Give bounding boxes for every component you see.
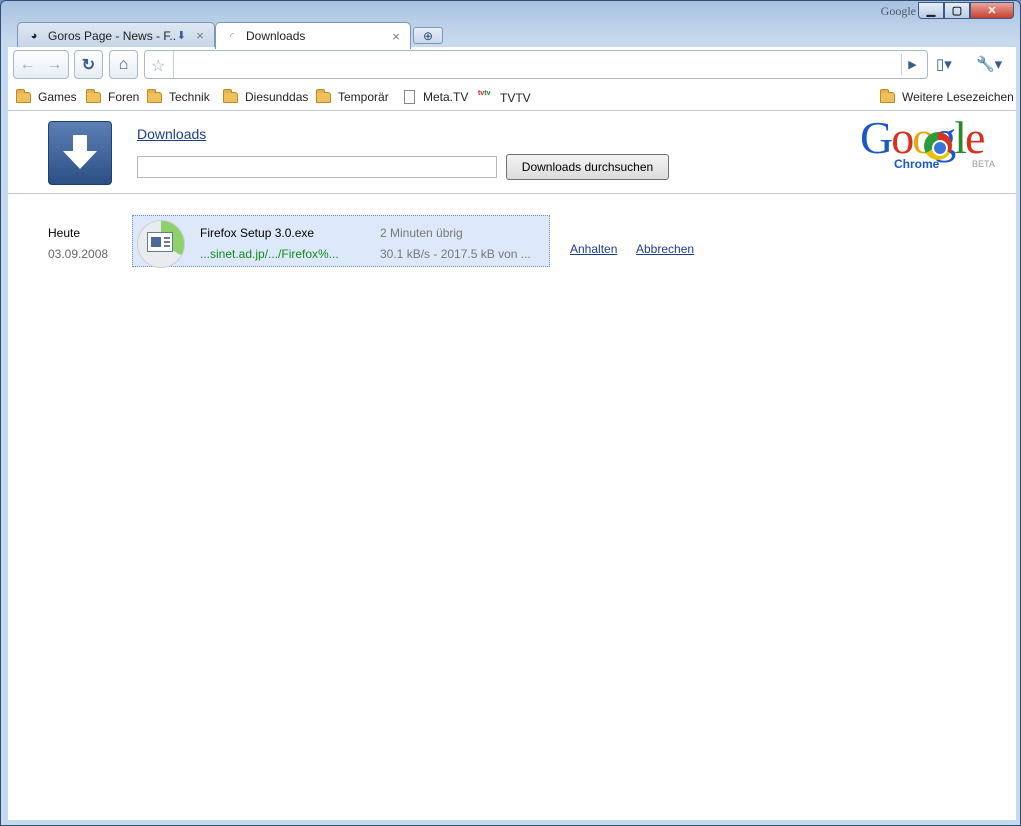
close-tab-icon[interactable]: × — [390, 29, 402, 44]
bookmark-folder-games[interactable]: Games — [16, 88, 77, 104]
wrench-menu-icon[interactable]: 🔧▾ — [976, 55, 1002, 73]
bookmark-label: TVTV — [500, 90, 531, 105]
star-icon[interactable]: ☆ — [151, 56, 165, 76]
go-arrow-icon[interactable]: ▶ — [901, 54, 923, 75]
tab-downloads[interactable]: ◜ Downloads × — [215, 22, 411, 49]
page-content: Downloads Downloads durchsuchen Google C… — [8, 111, 1016, 820]
folder-icon — [223, 88, 238, 103]
maximize-button[interactable]: ▢ — [944, 2, 970, 19]
bookmark-label: Meta.TV — [423, 90, 469, 104]
pause-download-link[interactable]: Anhalten — [570, 242, 617, 256]
download-time-left: 2 Minuten übrig — [380, 226, 463, 240]
tab-strip: ◕ Goros Page - News - F... ⬇ × ◜ Downloa… — [9, 20, 1009, 49]
omnibox-separator — [173, 51, 174, 78]
os-title-label: Google — [880, 4, 916, 18]
page-menu-icon[interactable]: ▯▾ — [936, 55, 952, 73]
download-item[interactable]: Firefox Setup 3.0.exe ...sinet.ad.jp/...… — [132, 215, 550, 268]
chrome-label: Chrome — [894, 157, 940, 171]
chrome-ball-icon — [924, 132, 952, 160]
browser-window: Google ▁ ▢ ✕ ◕ Goros Page - News - F... … — [0, 0, 1021, 826]
folder-icon — [316, 88, 331, 103]
download-speed: 30.1 kB/s - 2017.5 kB von ... — [380, 247, 531, 261]
loading-spinner-icon: ◜ — [229, 30, 235, 43]
close-window-button[interactable]: ✕ — [970, 2, 1014, 19]
tvtv-logo-icon: tv tv — [478, 90, 491, 97]
google-chrome-logo: Google Chrome BETA — [860, 115, 1010, 175]
page-icon — [404, 90, 415, 104]
folder-icon — [86, 88, 101, 103]
back-arrow-icon[interactable]: ← — [14, 56, 41, 74]
toolbar: ← → ↻ ⌂ ☆ ▶ ▯▾ 🔧▾ — [8, 47, 1016, 85]
folder-icon — [880, 88, 895, 103]
folder-icon — [147, 88, 162, 103]
bookmark-metatv[interactable]: Meta.TV — [404, 90, 468, 104]
tab-title: Downloads — [246, 29, 306, 43]
tab-title: Goros Page - News - F... — [48, 28, 177, 43]
date-group-date: 03.09.2008 — [48, 247, 109, 261]
bookmark-label: Temporär — [338, 90, 389, 104]
new-tab-button[interactable]: ⊕ — [413, 27, 443, 44]
bookmark-label: Foren — [108, 90, 140, 104]
minimize-button[interactable]: ▁ — [918, 2, 944, 19]
cancel-download-link[interactable]: Abbrechen — [636, 242, 694, 256]
page-title[interactable]: Downloads — [137, 126, 206, 142]
download-url[interactable]: ...sinet.ad.jp/.../Firefox%... — [200, 247, 339, 261]
tab-goros-page[interactable]: ◕ Goros Page - News - F... ⬇ × — [17, 22, 215, 48]
bookmark-folder-diesunddas[interactable]: Diesunddas — [223, 88, 309, 104]
file-icon — [147, 232, 173, 252]
omnibox[interactable]: ☆ ▶ — [144, 50, 928, 79]
bookmark-label: Diesunddas — [245, 90, 309, 104]
bookmarks-bar: Games Foren Technik Diesunddas Temporär … — [8, 85, 1016, 111]
downloads-search-input[interactable] — [137, 156, 497, 178]
downloads-logo-icon — [48, 121, 112, 185]
bookmark-folder-foren[interactable]: Foren — [86, 88, 140, 104]
search-downloads-button[interactable]: Downloads durchsuchen — [506, 154, 669, 180]
header-divider — [8, 193, 1016, 194]
forward-arrow-icon[interactable]: → — [41, 56, 68, 74]
download-filename[interactable]: Firefox Setup 3.0.exe — [200, 226, 314, 240]
beta-badge: BETA — [972, 159, 995, 169]
back-forward-group: ← → — [13, 50, 69, 79]
home-button[interactable]: ⌂ — [109, 50, 138, 79]
bookmark-folder-temporaer[interactable]: Temporär — [316, 88, 389, 104]
folder-icon — [16, 88, 31, 103]
window-controls: ▁ ▢ ✕ — [918, 2, 1014, 19]
bookmark-label: Weitere Lesezeichen — [902, 90, 1014, 104]
site-favicon-icon: ◕ — [30, 29, 38, 42]
bookmark-folder-technik[interactable]: Technik — [147, 88, 210, 104]
reload-button[interactable]: ↻ — [74, 50, 103, 79]
close-tab-icon[interactable]: × — [194, 28, 206, 43]
bookmark-label: Games — [38, 90, 77, 104]
download-arrow-icon: ⬇ — [176, 30, 186, 42]
bookmark-tvtv[interactable]: tv tv TVTV — [478, 90, 531, 105]
bookmark-other-folder[interactable]: Weitere Lesezeichen — [880, 88, 1014, 104]
date-group-label: Heute — [48, 226, 81, 240]
bookmark-label: Technik — [169, 90, 210, 104]
